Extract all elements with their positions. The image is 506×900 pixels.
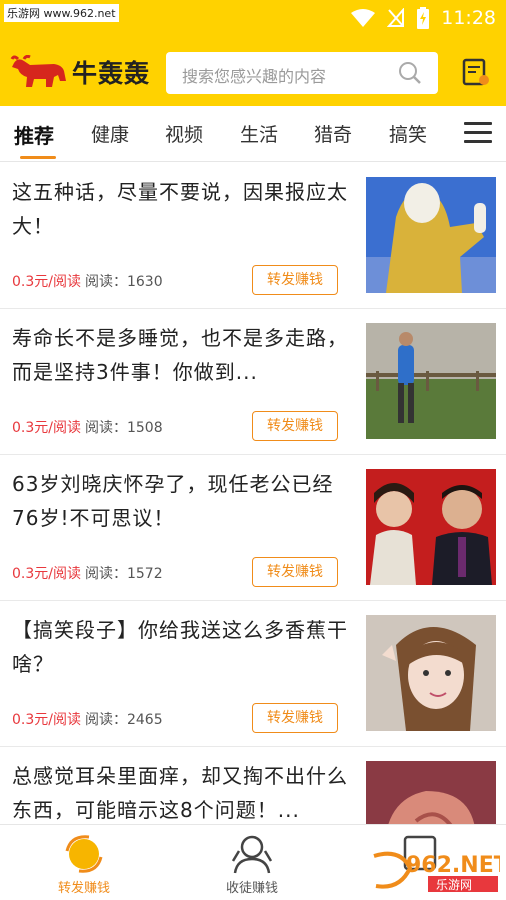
watermark-top: 乐游网 www.962.net bbox=[4, 4, 119, 22]
bull-logo-icon bbox=[10, 55, 66, 87]
article-meta: 0.3元/阅读 阅读：1572 bbox=[12, 563, 163, 583]
bottom-nav: 转发赚钱 收徒赚钱 962.NET 乐游网 bbox=[0, 824, 506, 900]
tab-video[interactable]: 视频 bbox=[165, 120, 203, 147]
list-item[interactable]: 寿命长不是多睡觉，也不是多走路，而是坚持3件事！你做到... 0.3元/阅读 阅读… bbox=[0, 309, 506, 455]
share-earn-button[interactable]: 转发赚钱 bbox=[252, 703, 338, 733]
status-icons: 11:28 bbox=[351, 6, 496, 30]
article-title[interactable]: 这五种话，尽量不要说，因果报应太大！ bbox=[12, 175, 357, 243]
search-icon[interactable] bbox=[398, 61, 422, 85]
list-item[interactable]: 【搞笑段子】你给我送这么多香蕉干啥？ 0.3元/阅读 阅读：2465 转发赚钱 bbox=[0, 601, 506, 747]
message-icon[interactable] bbox=[462, 58, 490, 86]
share-earn-button[interactable]: 转发赚钱 bbox=[252, 557, 338, 587]
nav-label: 收徒赚钱 bbox=[225, 881, 278, 896]
tab-health[interactable]: 健康 bbox=[91, 120, 129, 147]
app-logo: 牛轰轰 bbox=[10, 54, 150, 90]
active-tab-indicator bbox=[20, 156, 56, 159]
no-signal-icon bbox=[387, 8, 405, 27]
share-earn-button[interactable]: 转发赚钱 bbox=[252, 265, 338, 295]
tab-life[interactable]: 生活 bbox=[240, 120, 278, 147]
article-thumbnail[interactable] bbox=[366, 469, 496, 585]
article-meta: 0.3元/阅读 阅读：1508 bbox=[12, 417, 163, 437]
price-per-read: 0.3元/阅读 bbox=[12, 566, 81, 582]
article-title[interactable]: 63岁刘晓庆怀孕了，现任老公已经76岁!不可思议！ bbox=[12, 467, 357, 535]
coin-refresh-icon bbox=[65, 835, 103, 873]
menu-icon[interactable] bbox=[464, 122, 492, 144]
article-thumbnail[interactable] bbox=[366, 177, 496, 293]
status-time: 11:28 bbox=[441, 7, 496, 29]
article-meta: 0.3元/阅读 阅读：2465 bbox=[12, 709, 163, 729]
nav-share-earn[interactable]: 转发赚钱 bbox=[0, 825, 168, 900]
svg-text:962.NET: 962.NET bbox=[406, 853, 500, 878]
read-count: 阅读：1630 bbox=[84, 274, 163, 290]
article-title[interactable]: 寿命长不是多睡觉，也不是多走路，而是坚持3件事！你做到... bbox=[12, 321, 357, 389]
wifi-icon bbox=[351, 9, 376, 27]
app-header: 牛轰轰 搜索您感兴趣的内容 bbox=[0, 36, 506, 106]
list-item[interactable]: 这五种话，尽量不要说，因果报应太大！ 0.3元/阅读 阅读：1630 转发赚钱 bbox=[0, 163, 506, 309]
search-input[interactable]: 搜索您感兴趣的内容 bbox=[182, 63, 326, 87]
watermark-962-logo: 962.NET 乐游网 bbox=[373, 851, 500, 892]
apprentice-icon bbox=[231, 835, 273, 874]
tab-recommend[interactable]: 推荐 bbox=[14, 120, 54, 149]
nav-apprentice[interactable]: 收徒赚钱 bbox=[168, 825, 336, 900]
article-meta: 0.3元/阅读 阅读：1630 bbox=[12, 271, 163, 291]
article-title[interactable]: 【搞笑段子】你给我送这么多香蕉干啥？ bbox=[12, 613, 357, 681]
article-title[interactable]: 总感觉耳朵里面痒，却又掏不出什么东西，可能暗示这8个问题！... bbox=[12, 759, 357, 827]
status-bar: 乐游网 www.962.net 11:28 bbox=[0, 0, 506, 36]
svg-text:乐游网: 乐游网 bbox=[436, 878, 472, 892]
tab-funny[interactable]: 搞笑 bbox=[389, 120, 427, 147]
list-item[interactable]: 63岁刘晓庆怀孕了，现任老公已经76岁!不可思议！ 0.3元/阅读 阅读：1572… bbox=[0, 455, 506, 601]
battery-charging-icon bbox=[417, 7, 430, 29]
price-per-read: 0.3元/阅读 bbox=[12, 274, 81, 290]
price-per-read: 0.3元/阅读 bbox=[12, 712, 81, 728]
article-thumbnail[interactable] bbox=[366, 323, 496, 439]
read-count: 阅读：2465 bbox=[84, 712, 163, 728]
logo-text: 牛轰轰 bbox=[72, 59, 151, 88]
price-per-read: 0.3元/阅读 bbox=[12, 420, 81, 436]
tab-curious[interactable]: 猎奇 bbox=[314, 120, 352, 147]
search-bar[interactable]: 搜索您感兴趣的内容 bbox=[166, 52, 438, 94]
share-earn-button[interactable]: 转发赚钱 bbox=[252, 411, 338, 441]
nav-label: 转发赚钱 bbox=[57, 881, 110, 896]
read-count: 阅读：1572 bbox=[84, 566, 163, 582]
read-count: 阅读：1508 bbox=[84, 420, 163, 436]
category-tabs: 推荐 健康 视频 生活 猎奇 搞笑 bbox=[0, 106, 506, 162]
article-thumbnail[interactable] bbox=[366, 615, 496, 731]
